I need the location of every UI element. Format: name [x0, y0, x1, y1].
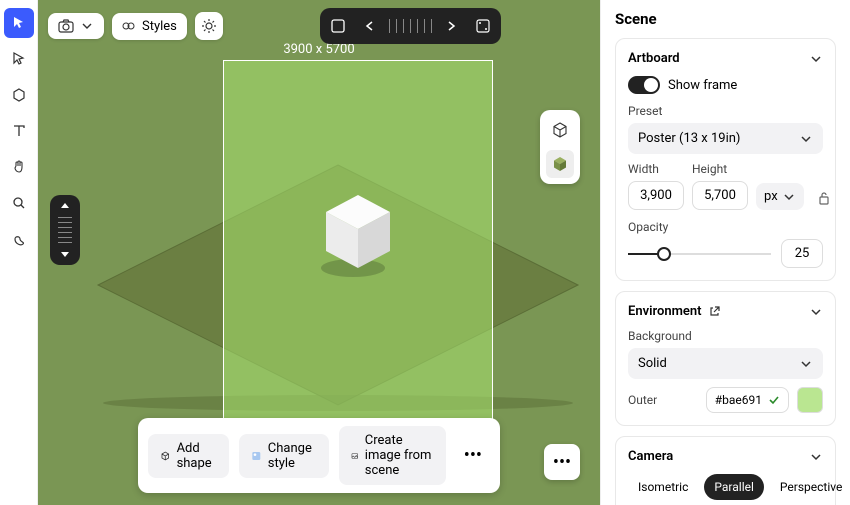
- collapse-icon[interactable]: [809, 52, 823, 66]
- camera-dropdown[interactable]: [48, 13, 104, 39]
- chevron-down-icon: [782, 190, 796, 204]
- styles-label: Styles: [142, 19, 177, 34]
- width-input[interactable]: [628, 181, 684, 210]
- outer-hex-input[interactable]: #bae691: [706, 387, 789, 413]
- height-input[interactable]: [692, 181, 748, 210]
- lock-button[interactable]: [812, 186, 836, 210]
- timeline-bar: [320, 8, 501, 44]
- right-panel: Scene Artboard Show frame Preset Poster …: [600, 0, 850, 505]
- unit-label: px: [764, 189, 778, 204]
- show-frame-label: Show frame: [668, 78, 737, 93]
- artboard-section: Artboard Show frame Preset Poster (13 x …: [615, 38, 836, 281]
- camera-section: Camera Isometric Parallel Perspective Di…: [615, 436, 836, 505]
- environment-section: Environment Background Solid Outer #bae6…: [615, 291, 836, 426]
- artboard-heading: Artboard: [628, 51, 680, 66]
- chevron-down-icon: [799, 357, 813, 371]
- camera-heading: Camera: [628, 449, 673, 464]
- external-link-icon[interactable]: [708, 305, 721, 318]
- width-label: Width: [628, 162, 684, 176]
- preset-select[interactable]: Poster (13 x 19in): [628, 123, 823, 154]
- direct-select-tool[interactable]: [4, 44, 34, 74]
- height-label: Height: [692, 162, 748, 176]
- unit-select[interactable]: px: [756, 183, 804, 210]
- camera-icon: [58, 19, 74, 33]
- create-image-button[interactable]: Create image from scene: [339, 426, 446, 485]
- add-shape-button[interactable]: Add shape: [148, 434, 229, 478]
- blob-tool[interactable]: [4, 224, 34, 254]
- view-solid[interactable]: [546, 150, 574, 178]
- collapse-icon[interactable]: [809, 305, 823, 319]
- panel-title: Scene: [615, 10, 836, 28]
- style-thumb-icon: [251, 448, 262, 464]
- camera-tab-perspective[interactable]: Perspective: [770, 474, 850, 500]
- fit-button[interactable]: [324, 12, 352, 40]
- show-frame-toggle[interactable]: [628, 76, 660, 94]
- opacity-slider[interactable]: [628, 244, 771, 264]
- arrow-up-icon: [59, 201, 71, 213]
- cube-icon: [160, 448, 171, 464]
- outer-label: Outer: [628, 393, 698, 407]
- outer-color-swatch[interactable]: [797, 387, 823, 413]
- chevron-down-icon: [799, 132, 813, 146]
- opacity-label: Opacity: [628, 220, 823, 234]
- next-button[interactable]: [437, 12, 465, 40]
- add-shape-label: Add shape: [177, 441, 218, 471]
- top-controls: Styles: [48, 8, 590, 44]
- artboard-dimensions: 3900 x 5700: [283, 42, 354, 57]
- environment-heading: Environment: [628, 304, 702, 319]
- cube-object[interactable]: [318, 190, 398, 280]
- background-label: Background: [628, 329, 823, 343]
- bottom-bar: Add shape Change style Create image from…: [138, 418, 500, 493]
- opacity-input[interactable]: [781, 239, 823, 268]
- styles-dropdown[interactable]: Styles: [112, 13, 187, 40]
- text-tool[interactable]: [4, 116, 34, 146]
- preset-value: Poster (13 x 19in): [638, 131, 740, 146]
- vertical-slider[interactable]: [50, 195, 80, 265]
- shape-tool[interactable]: [4, 80, 34, 110]
- dice-button[interactable]: [469, 12, 497, 40]
- bottom-bar-more[interactable]: •••: [456, 441, 490, 470]
- check-icon: [768, 394, 780, 406]
- styles-icon: [122, 19, 136, 33]
- image-icon: [351, 448, 359, 464]
- canvas-more-button[interactable]: •••: [544, 444, 580, 480]
- collapse-icon[interactable]: [809, 450, 823, 464]
- canvas[interactable]: Styles 3900 x 5700: [38, 0, 600, 505]
- view-widget: [540, 110, 580, 184]
- view-wireframe[interactable]: [546, 116, 574, 144]
- change-style-button[interactable]: Change style: [239, 434, 329, 478]
- select-tool[interactable]: [4, 8, 34, 38]
- camera-tab-parallel[interactable]: Parallel: [704, 474, 764, 500]
- arrow-down-icon: [59, 247, 71, 259]
- preset-label: Preset: [628, 104, 823, 118]
- chevron-down-icon: [80, 19, 94, 33]
- outer-hex-value: #bae691: [715, 393, 762, 407]
- background-value: Solid: [638, 356, 667, 371]
- sun-icon: [201, 18, 217, 34]
- unlock-icon: [816, 190, 832, 206]
- sun-button[interactable]: [195, 12, 223, 40]
- change-style-label: Change style: [268, 441, 317, 471]
- prev-button[interactable]: [356, 12, 384, 40]
- zoom-tool[interactable]: [4, 188, 34, 218]
- create-image-label: Create image from scene: [365, 433, 434, 478]
- left-toolbar: [0, 0, 38, 505]
- background-select[interactable]: Solid: [628, 348, 823, 379]
- pan-tool[interactable]: [4, 152, 34, 182]
- camera-tab-isometric[interactable]: Isometric: [628, 474, 698, 500]
